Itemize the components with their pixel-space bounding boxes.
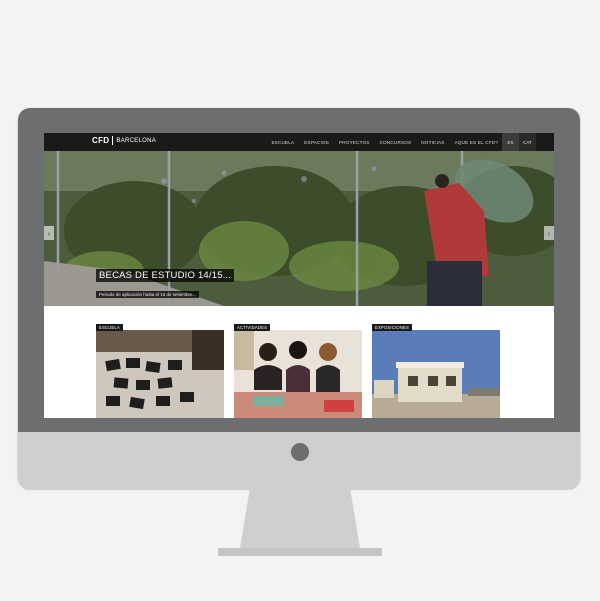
card-image[interactable] (234, 330, 362, 418)
top-navbar: CFD BARCELONA ESCUELA ESPACIOS PROYECTOS… (44, 133, 554, 151)
main-menu: ESCUELA ESPACIOS PROYECTOS CONCURSOS NOT… (261, 133, 498, 151)
lang-cat[interactable]: CAT (519, 133, 536, 151)
category-cards: ESCUELA ACTIVIDADES EXPOSICIONES (96, 324, 500, 418)
card-exposiciones[interactable]: EXPOSICIONES (372, 324, 500, 418)
monitor-stand (240, 490, 360, 548)
monitor-chin (18, 432, 580, 490)
website-screen: CFD BARCELONA ESCUELA ESPACIOS PROYECTOS… (44, 133, 554, 418)
nav-item-espacios[interactable]: ESPACIOS (304, 140, 329, 145)
logo-mark: CFD (92, 136, 114, 145)
nav-item-noticias[interactable]: NOTICIAS (421, 140, 444, 145)
card-tag: ESCUELA (96, 324, 123, 331)
cfd-logo[interactable]: CFD BARCELONA (92, 136, 156, 145)
slider-next-arrow-icon[interactable]: › (544, 226, 554, 240)
monitor-power-icon (291, 443, 309, 461)
card-tag: EXPOSICIONES (372, 324, 413, 331)
nav-item-concursos[interactable]: CONCURSOS (380, 140, 412, 145)
logo-text: BARCELONA (116, 137, 157, 144)
card-tag: ACTIVIDADES (234, 324, 271, 331)
lang-es[interactable]: ES (502, 133, 519, 151)
hero-title[interactable]: BECAS DE ESTUDIO 14/15... (96, 269, 235, 282)
hero-slider: ‹ › BECAS DE ESTUDIO 14/15... Periodo de… (44, 151, 554, 306)
card-image[interactable] (96, 330, 224, 418)
card-actividades[interactable]: ACTIVIDADES (234, 324, 362, 418)
language-switcher: ES CAT (502, 133, 536, 151)
hero-caption[interactable]: BECAS DE ESTUDIO 14/15... Periodo de apl… (96, 265, 235, 301)
nav-item-proyectos[interactable]: PROYECTOS (339, 140, 370, 145)
monitor-stand-base (218, 548, 382, 556)
nav-item-about[interactable]: AQUÉ ES EL CFD? (455, 140, 498, 145)
card-escuela[interactable]: ESCUELA (96, 324, 224, 418)
hero-subtitle: Periodo de aplicación hasta el 15 de set… (96, 291, 200, 298)
card-image[interactable] (372, 330, 500, 418)
nav-item-escuela[interactable]: ESCUELA (271, 140, 294, 145)
slider-prev-arrow-icon[interactable]: ‹ (44, 226, 54, 240)
